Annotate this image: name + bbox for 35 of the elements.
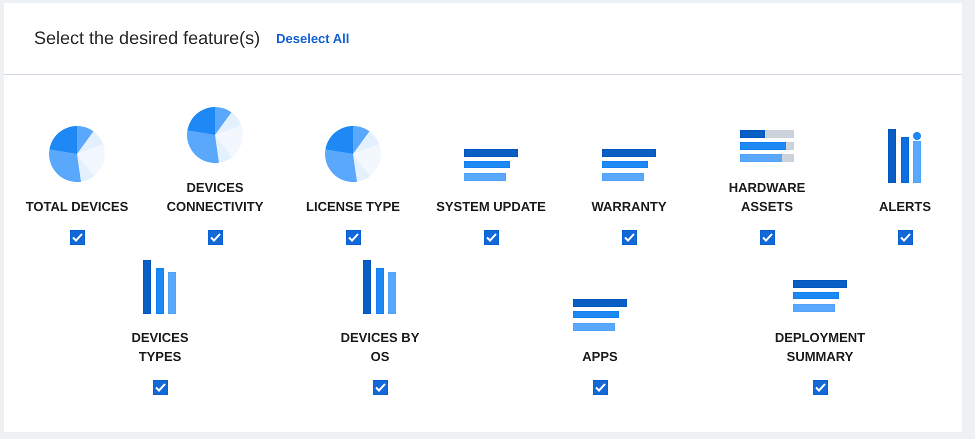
pie-chart-icon bbox=[48, 125, 106, 183]
feature-label: DEVICES CONNECTIVITY bbox=[166, 179, 264, 216]
checkbox[interactable] bbox=[372, 380, 388, 395]
bar-chart-icon bbox=[602, 149, 656, 183]
checkbox[interactable] bbox=[592, 380, 608, 395]
checkbox[interactable] bbox=[152, 380, 168, 395]
feature-label: DEPLOYMENT SUMMARY bbox=[774, 329, 866, 366]
feature-label: TOTAL DEVICES bbox=[24, 198, 130, 216]
bar-chart-icon bbox=[363, 260, 397, 314]
pie-chart-icon bbox=[186, 106, 244, 164]
bar-chart-icon bbox=[573, 299, 627, 333]
bar-chart-icon bbox=[793, 280, 847, 314]
feature-label: DEVICES TYPES bbox=[130, 329, 190, 366]
checkbox[interactable] bbox=[812, 380, 828, 395]
feature-label: SYSTEM UPDATE bbox=[436, 198, 546, 216]
checkbox[interactable] bbox=[898, 230, 912, 245]
feature-label: DEVICES BY OS bbox=[340, 329, 420, 366]
feature-label: ALERTS bbox=[878, 198, 932, 216]
bar-chart-icon bbox=[464, 149, 518, 183]
deselect-all-link[interactable]: Deselect All bbox=[276, 31, 350, 46]
progress-bars-icon bbox=[740, 130, 794, 164]
feature-label: LICENSE TYPE bbox=[305, 198, 401, 216]
checkbox[interactable] bbox=[208, 230, 222, 245]
checkbox[interactable] bbox=[346, 230, 360, 245]
checkbox[interactable] bbox=[622, 230, 636, 245]
bar-chart-icon bbox=[888, 129, 922, 183]
bar-chart-icon bbox=[143, 260, 177, 314]
checkbox[interactable] bbox=[70, 230, 84, 245]
page-title: Select the desired feature(s) bbox=[34, 28, 260, 49]
checkbox[interactable] bbox=[760, 230, 774, 245]
feature-label: APPS bbox=[581, 348, 619, 366]
feature-label: WARRANTY bbox=[590, 198, 668, 216]
feature-label: HARDWARE ASSETS bbox=[728, 179, 806, 216]
pie-chart-icon bbox=[324, 125, 382, 183]
checkbox[interactable] bbox=[484, 230, 498, 245]
